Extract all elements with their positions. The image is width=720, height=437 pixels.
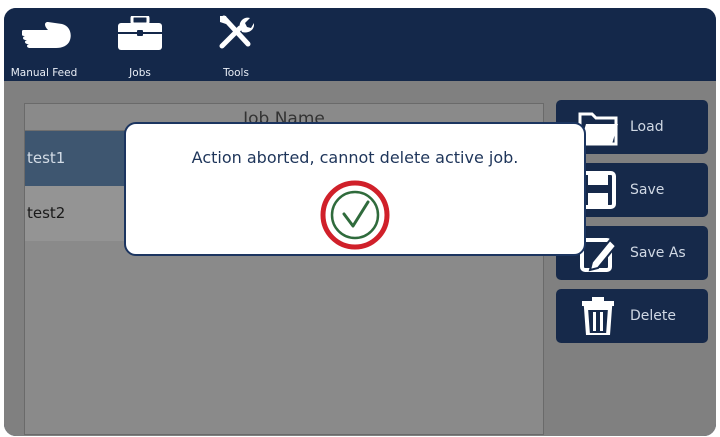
nav-manual-feed[interactable]: Manual Feed	[8, 8, 80, 81]
delete-button[interactable]: Delete	[556, 289, 708, 343]
nav-tools[interactable]: Tools	[214, 8, 258, 81]
trash-icon	[582, 297, 614, 335]
nav-label: Jobs	[129, 67, 151, 79]
nav-label: Manual Feed	[10, 67, 78, 79]
delete-label: Delete	[630, 308, 676, 324]
load-label: Load	[630, 119, 664, 135]
save-as-label: Save As	[630, 245, 686, 261]
top-nav-bar: Manual Feed Jobs Tools	[4, 8, 716, 81]
tools-icon	[219, 15, 254, 49]
nav-label: Tools	[223, 67, 249, 79]
save-label: Save	[630, 182, 665, 198]
error-dialog: Action aborted, cannot delete active job…	[124, 122, 586, 256]
briefcase-icon	[118, 16, 162, 50]
confirm-button[interactable]	[320, 180, 390, 250]
dialog-message: Action aborted, cannot delete active job…	[191, 148, 519, 167]
hand-icon	[22, 22, 71, 48]
nav-jobs[interactable]: Jobs	[116, 8, 164, 81]
